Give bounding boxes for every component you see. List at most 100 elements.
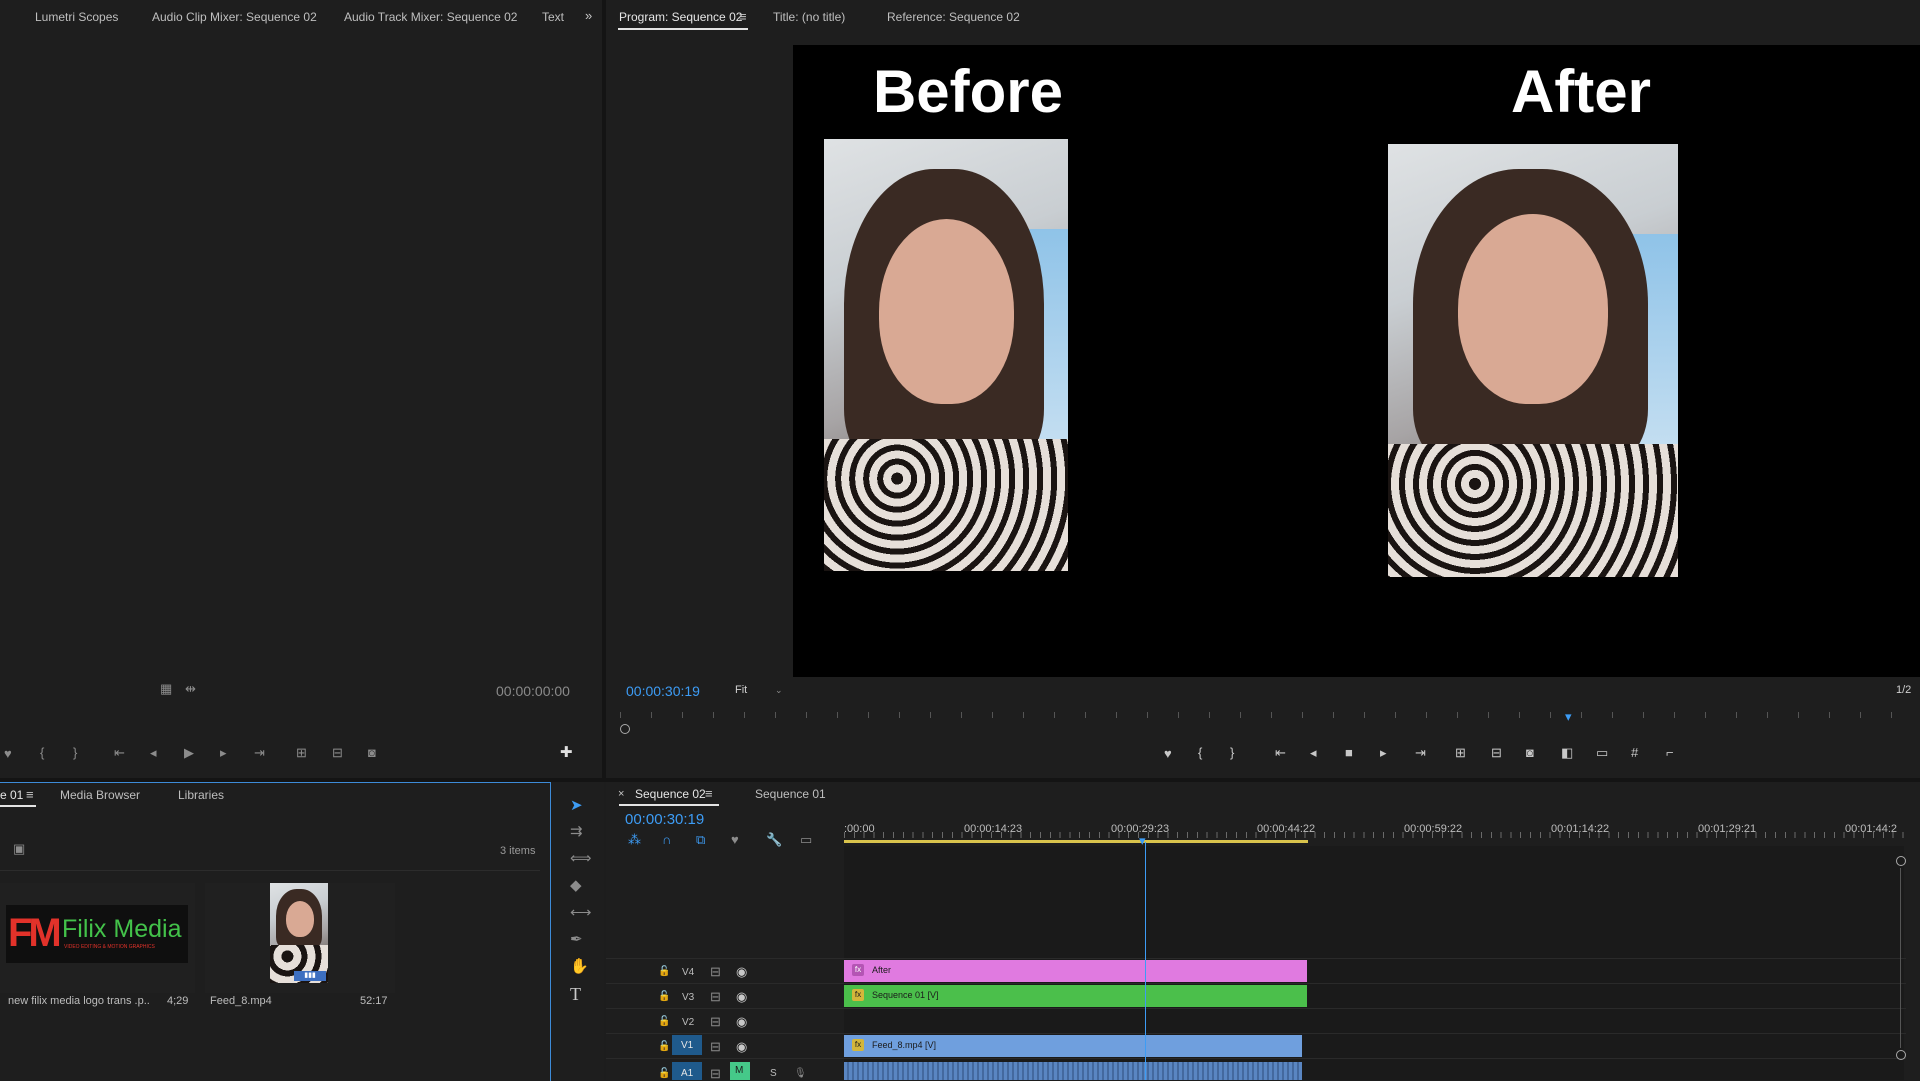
- track-label[interactable]: V1: [681, 1040, 693, 1051]
- export-frame-icon[interactable]: ⇹: [185, 682, 196, 696]
- go-to-in-icon[interactable]: ⇤: [1275, 746, 1286, 760]
- overwrite-icon[interactable]: ⊟: [332, 746, 343, 760]
- razor-tool-icon[interactable]: ◆: [570, 878, 582, 893]
- add-button-icon[interactable]: ✚: [560, 745, 573, 760]
- add-marker-icon[interactable]: ♥: [731, 833, 739, 847]
- tab-program[interactable]: Program: Sequence 02: [619, 10, 742, 24]
- timeline-timecode[interactable]: 00:00:30:19: [625, 811, 704, 828]
- compare-view-icon[interactable]: ◧: [1561, 746, 1573, 760]
- nest-icon[interactable]: ⁂: [628, 833, 641, 847]
- step-back-icon[interactable]: ◂: [150, 746, 157, 760]
- settings-icon[interactable]: ▦: [160, 682, 172, 696]
- lock-icon[interactable]: 🔓: [658, 1040, 670, 1054]
- sync-lock-icon[interactable]: ⊟: [710, 965, 721, 979]
- extract-icon[interactable]: ⊟: [1491, 746, 1502, 760]
- playhead-marker-icon[interactable]: ▾: [1565, 710, 1572, 724]
- lock-icon[interactable]: 🔓: [658, 1015, 670, 1029]
- slip-tool-icon[interactable]: ⟷: [570, 905, 592, 920]
- track-label[interactable]: A1: [681, 1068, 693, 1079]
- ripple-edit-tool-icon[interactable]: ⟺: [570, 851, 592, 866]
- step-forward-icon[interactable]: ▸: [220, 746, 227, 760]
- program-time-ruler[interactable]: [620, 708, 1920, 728]
- wrench-icon[interactable]: 🔧: [766, 833, 782, 847]
- crop-icon[interactable]: ⌐: [1666, 746, 1674, 760]
- mute-button[interactable]: M: [730, 1062, 750, 1080]
- linked-selection-icon[interactable]: ⧉: [696, 833, 705, 847]
- lock-icon[interactable]: 🔓: [658, 965, 670, 979]
- camera-icon[interactable]: ◙: [1526, 746, 1534, 760]
- tab-libraries[interactable]: Libraries: [178, 788, 224, 802]
- tab-text[interactable]: Text: [542, 10, 564, 24]
- panel-menu-icon[interactable]: ≡: [705, 787, 713, 801]
- zoom-select[interactable]: Fit ⌄: [729, 681, 791, 699]
- pen-tool-icon[interactable]: ✒: [570, 932, 583, 947]
- tab-audio-clip-mixer[interactable]: Audio Clip Mixer: Sequence 02: [152, 10, 317, 24]
- insert-icon[interactable]: ⊞: [296, 746, 307, 760]
- clip-after[interactable]: fx After: [844, 960, 1307, 982]
- tab-lumetri-scopes[interactable]: Lumetri Scopes: [35, 10, 118, 24]
- step-forward-icon[interactable]: ▸: [1380, 746, 1387, 760]
- track-select-tool-icon[interactable]: ⇉: [570, 824, 583, 839]
- program-video-canvas[interactable]: Before After: [793, 45, 1920, 677]
- eye-icon[interactable]: ◉: [736, 1015, 747, 1029]
- tab-reference[interactable]: Reference: Sequence 02: [887, 10, 1020, 24]
- sync-lock-icon[interactable]: ⊟: [710, 1015, 721, 1029]
- step-back-icon[interactable]: ◂: [1310, 746, 1317, 760]
- mark-out-icon[interactable]: }: [73, 746, 77, 760]
- project-item-video[interactable]: ▮▮▮: [205, 883, 395, 993]
- eye-icon[interactable]: ◉: [736, 990, 747, 1004]
- type-tool-icon[interactable]: T: [570, 985, 581, 1003]
- resolution-select[interactable]: 1/2: [1896, 684, 1911, 696]
- grid-icon[interactable]: #: [1631, 746, 1638, 760]
- chevron-double-right-icon[interactable]: »: [585, 9, 592, 23]
- add-marker-icon[interactable]: ♥: [1164, 747, 1172, 761]
- zoom-scroll-handle[interactable]: [620, 724, 630, 734]
- program-timecode[interactable]: 00:00:30:19: [626, 683, 700, 699]
- sync-lock-icon[interactable]: ⊟: [710, 1067, 721, 1081]
- panel-menu-icon[interactable]: ≡: [739, 10, 747, 24]
- eye-icon[interactable]: ◉: [736, 1040, 747, 1054]
- track-label[interactable]: V3: [682, 992, 694, 1003]
- microphone-icon[interactable]: 🎙: [794, 1067, 807, 1081]
- clip-audio-feed-8[interactable]: [844, 1062, 1302, 1080]
- go-to-out-icon[interactable]: ⇥: [254, 746, 265, 760]
- lock-icon[interactable]: 🔓: [658, 1067, 670, 1081]
- tab-title[interactable]: Title: (no title): [773, 10, 845, 24]
- go-to-out-icon[interactable]: ⇥: [1415, 746, 1426, 760]
- hand-tool-icon[interactable]: ✋: [570, 959, 589, 974]
- mark-out-icon[interactable]: }: [1230, 746, 1234, 760]
- vertical-zoom-handle[interactable]: [1896, 1050, 1906, 1060]
- add-marker-icon[interactable]: ♥: [4, 747, 12, 761]
- sync-lock-icon[interactable]: ⊟: [710, 990, 721, 1004]
- go-to-in-icon[interactable]: ⇤: [114, 746, 125, 760]
- project-item-logo[interactable]: FM Filix Media VIDEO EDITING & MOTION GR…: [0, 883, 195, 993]
- close-icon[interactable]: ×: [618, 787, 624, 801]
- tab-audio-track-mixer[interactable]: Audio Track Mixer: Sequence 02: [344, 10, 517, 24]
- clip-feed-8[interactable]: fx Feed_8.mp4 [V]: [844, 1035, 1302, 1057]
- new-bin-icon[interactable]: ▣: [13, 842, 25, 856]
- selection-tool-icon[interactable]: ➤: [570, 798, 583, 813]
- tab-sequence-02[interactable]: Sequence 02: [635, 787, 706, 801]
- sync-lock-icon[interactable]: ⊟: [710, 1040, 721, 1054]
- vertical-scrollbar[interactable]: [1900, 868, 1901, 1048]
- safe-margins-icon[interactable]: ▭: [1596, 746, 1608, 760]
- tab-media-browser[interactable]: Media Browser: [60, 788, 140, 802]
- play-icon[interactable]: ▶: [184, 746, 194, 760]
- captions-icon[interactable]: ▭: [800, 833, 812, 847]
- lift-icon[interactable]: ⊞: [1455, 746, 1466, 760]
- vertical-zoom-handle[interactable]: [1896, 856, 1906, 866]
- panel-menu-icon[interactable]: ≡: [26, 788, 34, 802]
- mark-in-icon[interactable]: {: [40, 746, 44, 760]
- camera-icon[interactable]: ◙: [368, 746, 376, 760]
- stop-icon[interactable]: ■: [1345, 746, 1353, 760]
- clip-sequence-01[interactable]: fx Sequence 01 [V]: [844, 985, 1307, 1007]
- mark-in-icon[interactable]: {: [1198, 746, 1202, 760]
- lock-icon[interactable]: 🔓: [658, 990, 670, 1004]
- eye-icon[interactable]: ◉: [736, 965, 747, 979]
- tab-project[interactable]: e 01: [0, 788, 23, 802]
- playhead-handle-icon[interactable]: ▾: [1139, 834, 1146, 848]
- solo-button[interactable]: S: [770, 1068, 777, 1079]
- track-label[interactable]: V2: [682, 1017, 694, 1028]
- tab-sequence-01[interactable]: Sequence 01: [755, 787, 826, 801]
- snap-magnet-icon[interactable]: ∩: [662, 833, 671, 847]
